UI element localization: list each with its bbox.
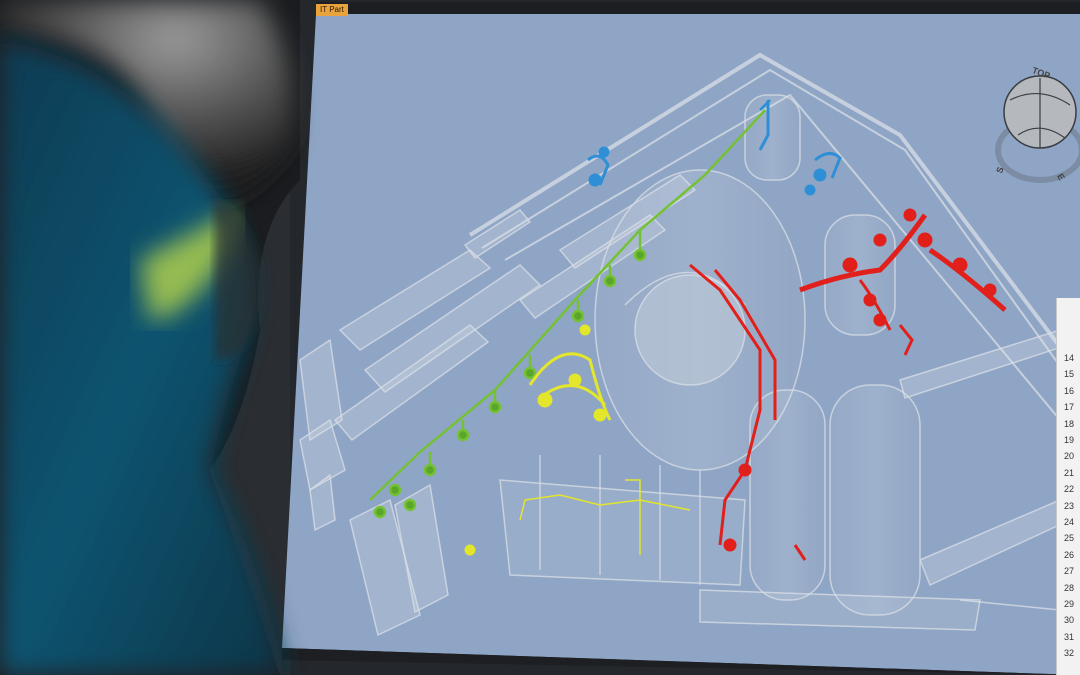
spreadsheet-row-numbers: 14 15 16 17 18 19 20 21 22 23 24 25 26 27 28 29 30 31 32: [1056, 298, 1080, 675]
photo-scene: [0, 0, 1080, 675]
spreadsheet-row-number[interactable]: 14: [1057, 350, 1080, 366]
spreadsheet-row-number[interactable]: 24: [1057, 514, 1080, 530]
spreadsheet-row-number[interactable]: 16: [1057, 383, 1080, 399]
person-foreground: [0, 0, 300, 675]
spreadsheet-row-number[interactable]: 30: [1057, 612, 1080, 628]
spreadsheet-row-number[interactable]: 25: [1057, 530, 1080, 546]
spreadsheet-row-number[interactable]: 15: [1057, 366, 1080, 382]
spreadsheet-row-number[interactable]: 28: [1057, 580, 1080, 596]
spreadsheet-row-number[interactable]: 20: [1057, 448, 1080, 464]
spreadsheet-row-number[interactable]: 31: [1057, 629, 1080, 645]
spreadsheet-row-number[interactable]: 19: [1057, 432, 1080, 448]
spreadsheet-row-number[interactable]: 22: [1057, 481, 1080, 497]
spreadsheet-row-number[interactable]: 23: [1057, 498, 1080, 514]
spreadsheet-row-number[interactable]: 17: [1057, 399, 1080, 415]
spreadsheet-row-number[interactable]: 26: [1057, 547, 1080, 563]
spreadsheet-row-number[interactable]: 32: [1057, 645, 1080, 661]
spreadsheet-row-number[interactable]: 27: [1057, 563, 1080, 579]
spreadsheet-row-number[interactable]: 29: [1057, 596, 1080, 612]
spreadsheet-row-number[interactable]: 21: [1057, 465, 1080, 481]
spreadsheet-row-number[interactable]: 18: [1057, 416, 1080, 432]
viewport-tab[interactable]: IT Part: [316, 4, 348, 16]
